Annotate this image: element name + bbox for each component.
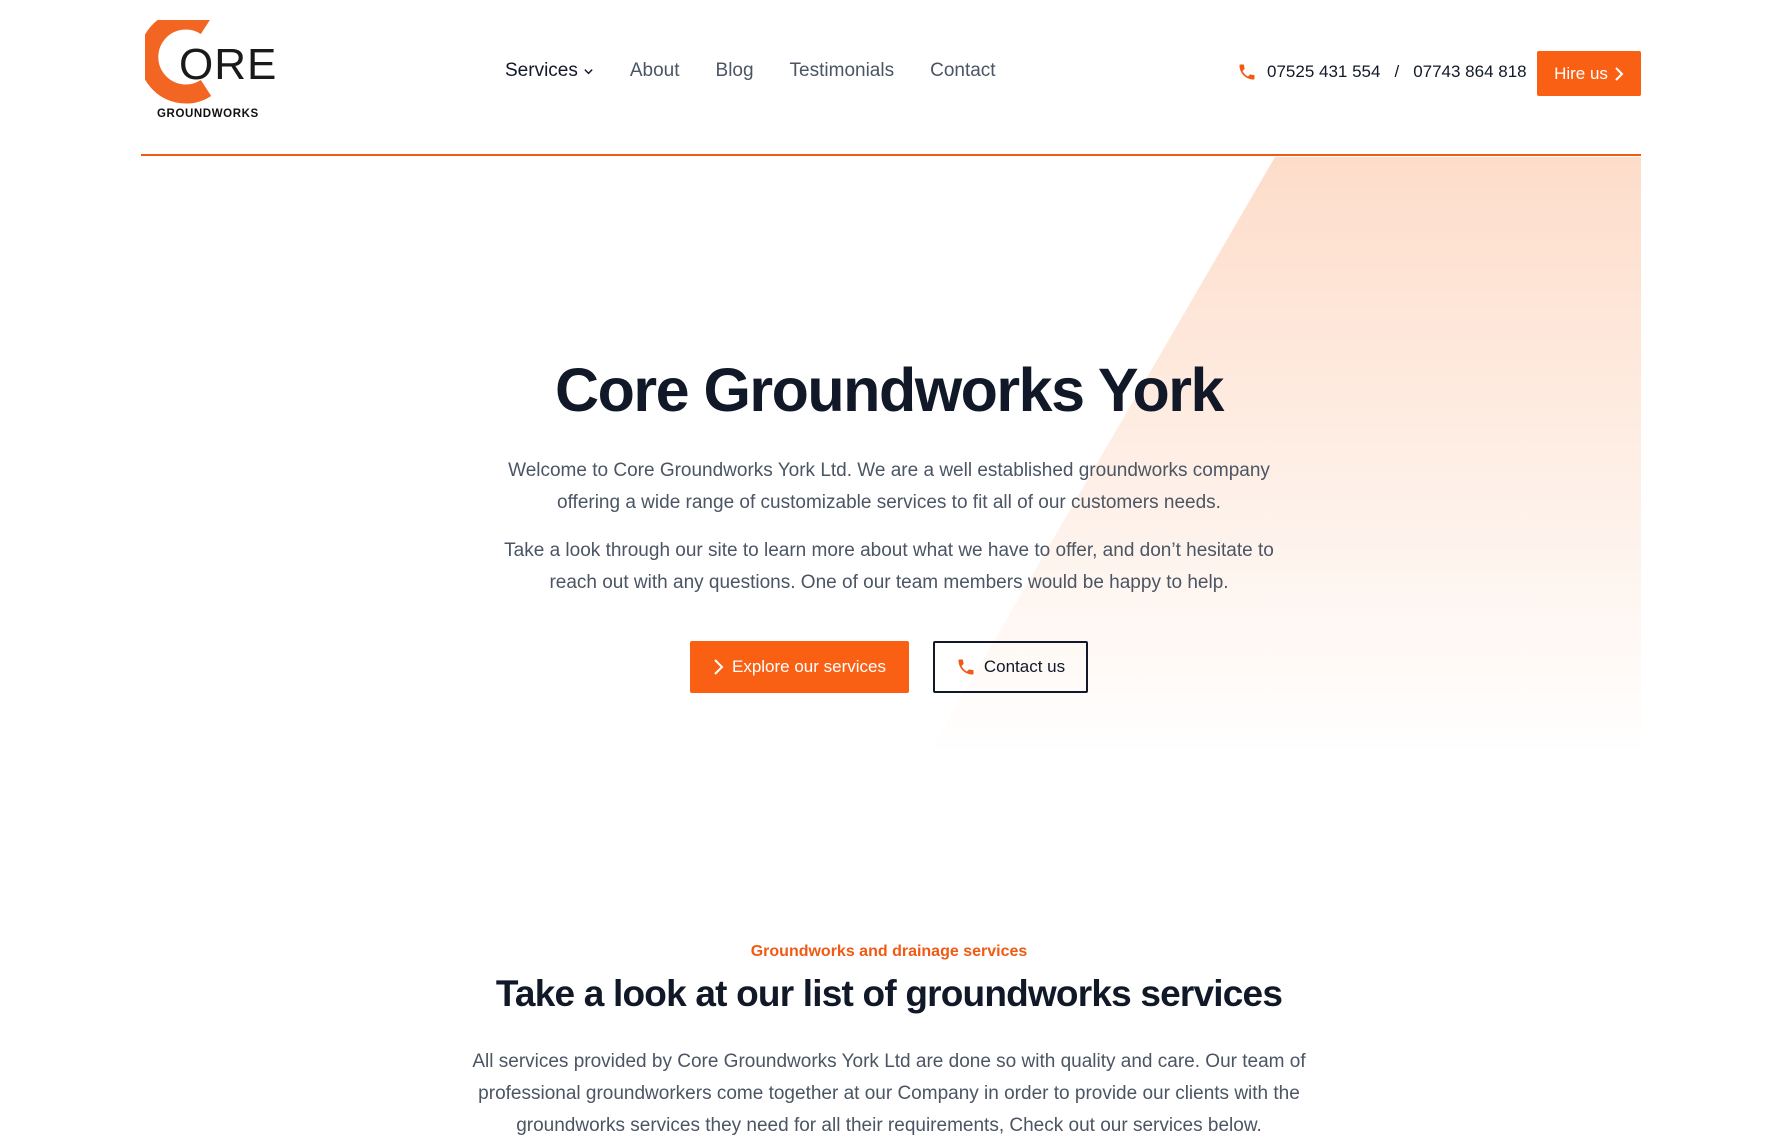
site-header: ORE GROUNDWORKS Services About Blog Test… xyxy=(141,0,1641,156)
nav-item-blog[interactable]: Blog xyxy=(716,60,754,82)
hero-title: Core Groundworks York xyxy=(555,356,1224,424)
chevron-right-icon xyxy=(714,659,724,675)
nav-item-testimonials[interactable]: Testimonials xyxy=(790,60,895,82)
contact-us-button[interactable]: Contact us xyxy=(933,641,1088,693)
nav-item-label: About xyxy=(629,60,680,81)
main-nav: Services About Blog Testimonials Contact xyxy=(505,60,996,82)
logo-wordmark: ORE xyxy=(179,40,278,89)
services-eyebrow: Groundworks and drainage services xyxy=(750,943,1028,960)
chevron-down-icon xyxy=(584,68,593,74)
services-title: Take a look at our list of groundworks s… xyxy=(495,973,1283,1014)
nav-item-label: Testimonials xyxy=(789,60,895,81)
hero-buttons: Explore our services Contact us xyxy=(0,641,1778,693)
nav-item-about[interactable]: About xyxy=(630,60,680,82)
hire-us-label: Hire us xyxy=(1554,63,1608,83)
phone-number-1[interactable]: 07525 431 554 xyxy=(1267,62,1380,82)
logo[interactable]: ORE GROUNDWORKS xyxy=(145,20,276,124)
hero-section: Core Groundworks York Welcome to Core Gr… xyxy=(0,360,1778,693)
page: ORE GROUNDWORKS Services About Blog Test… xyxy=(0,0,1778,1146)
explore-services-label: Explore our services xyxy=(731,657,886,676)
phone-number-2[interactable]: 07743 864 818 xyxy=(1413,62,1526,82)
nav-item-label: Contact xyxy=(930,60,996,81)
contact-us-label: Contact us xyxy=(983,657,1066,676)
logo-subtitle: GROUNDWORKS xyxy=(157,108,259,120)
hero-paragraph-1: Welcome to Core Groundworks York Ltd. We… xyxy=(508,460,1270,513)
header-phone-numbers: 07525 431 554 / 07743 864 818 xyxy=(1237,62,1527,82)
nav-item-contact[interactable]: Contact xyxy=(930,60,995,82)
phone-icon xyxy=(1239,64,1255,80)
chevron-right-icon xyxy=(1615,66,1624,81)
nav-item-label: Services xyxy=(505,60,578,81)
nav-item-services[interactable]: Services xyxy=(505,60,594,82)
phone-icon xyxy=(958,659,974,675)
services-intro-section: Groundworks and drainage services Take a… xyxy=(0,943,1778,1142)
phone-separator: / xyxy=(1394,62,1400,81)
nav-item-label: Blog xyxy=(715,60,754,81)
explore-services-button[interactable]: Explore our services xyxy=(690,641,909,693)
services-description: All services provided by Core Groundwork… xyxy=(472,1051,1306,1136)
hero-paragraph-2: Take a look through our site to learn mo… xyxy=(504,540,1274,593)
hire-us-button[interactable]: Hire us xyxy=(1537,51,1641,96)
